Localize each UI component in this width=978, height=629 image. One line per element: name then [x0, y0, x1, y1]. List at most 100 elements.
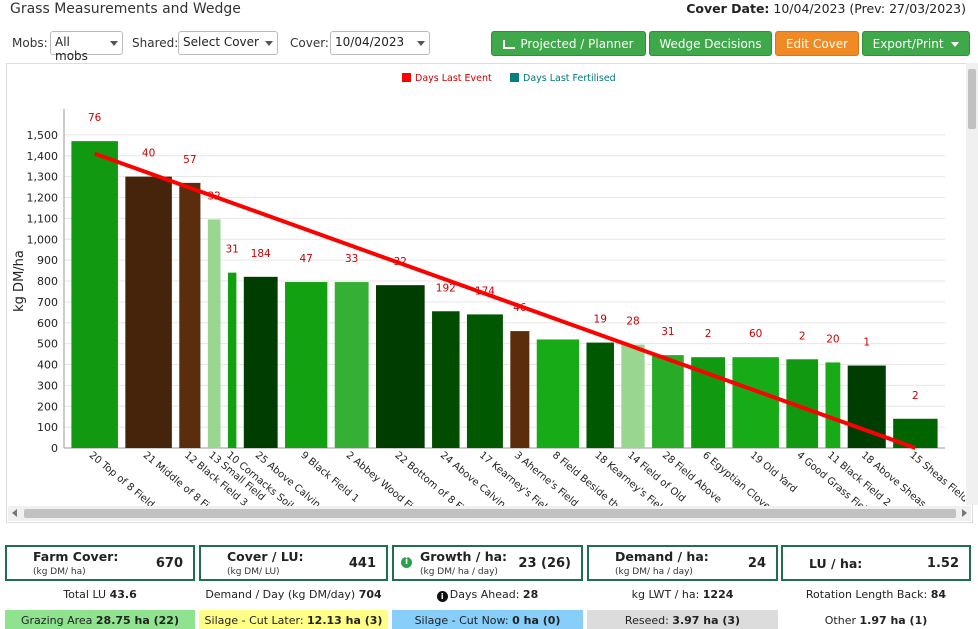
reseed: Reseed: 3.97 ha (3) [587, 610, 778, 629]
mobs-label: Mobs: [12, 36, 48, 50]
cover-lu-title: Cover / LU: [227, 549, 304, 564]
demand-day-label: Demand / Day (kg DM/day) [205, 588, 356, 601]
shared-select[interactable]: Select Cover [178, 31, 278, 55]
chart-icon [503, 40, 516, 49]
y-tick-label: 200 [37, 400, 58, 413]
export-print-button[interactable]: Export/Print [862, 31, 970, 56]
lu-ha-title: LU / ha: [809, 556, 863, 571]
x-tick-label: 19 Old Yard [748, 450, 799, 495]
data-label: 20 [826, 333, 839, 345]
silage-now-value: 0 ha (0) [512, 614, 561, 627]
bar [586, 342, 614, 448]
shared-label: Shared: [132, 36, 179, 50]
growth-title: Growth / ha: [420, 549, 508, 564]
chart-panel: 0 100 200 300 400 500 600 700 800 900 1,000 1,100 1,… [6, 63, 973, 523]
cover-date-label: Cover Date: [686, 1, 770, 16]
bar [825, 362, 841, 448]
reseed-value: 3.97 ha (3) [672, 614, 741, 627]
demand-unit: (kg DM/ ha / day) [615, 567, 693, 577]
total-lu-label: Total LU [63, 588, 107, 601]
y-tick-label: 1,200 [27, 192, 59, 205]
y-tick-label: 400 [37, 359, 58, 372]
projected-planner-button[interactable]: Projected / Planner [491, 31, 646, 56]
other-label: Other [824, 614, 856, 627]
x-tick-label: 3 Aherne's Field [512, 450, 580, 507]
data-label: 2 [912, 390, 919, 402]
data-label: 33 [345, 253, 358, 265]
demand-day-value: 704 [358, 588, 382, 601]
info-icon[interactable]: i [401, 557, 412, 568]
y-tick-label: 1,400 [27, 150, 59, 163]
demand-card: Demand / ha: (kg DM/ ha / day) 24 [587, 545, 778, 581]
caret-down-icon [951, 42, 960, 47]
mobs-select-value: All mobs [55, 35, 88, 63]
legend-label: Days Last Fertilised [523, 73, 616, 84]
bar [71, 141, 118, 448]
farm-cover-title: Farm Cover: [33, 549, 119, 564]
lu-ha-card: LU / ha: 1.52 [781, 545, 971, 581]
cover-lu-unit: (kg DM/ LU) [227, 567, 280, 577]
data-label: 31 [225, 244, 238, 256]
edit-cover-button[interactable]: Edit Cover [775, 31, 859, 56]
bar [179, 182, 201, 448]
info-icon[interactable]: i [436, 591, 448, 602]
cover-lu-card: Cover / LU: (kg DM/ LU) 441 [199, 545, 388, 581]
bar [375, 285, 425, 448]
bar [732, 357, 779, 448]
cover-select[interactable]: 10/04/2023 [330, 31, 430, 55]
cover-lu-value: 441 [348, 556, 376, 571]
horizontal-scroll-thumb[interactable] [24, 509, 956, 518]
other-value: 1.97 ha (1) [859, 614, 928, 627]
vertical-scrollbar[interactable] [966, 63, 978, 505]
data-label: 1 [863, 337, 870, 349]
y-tick-label: 1,100 [27, 212, 59, 225]
data-label: 40 [142, 148, 155, 160]
y-tick-label: 0 [51, 442, 58, 455]
rotation-length: Rotation Length Back: 84 [781, 585, 971, 605]
silage-now-label: Silage - Cut Now: [414, 614, 509, 627]
legend-swatch [402, 73, 411, 82]
data-label: 57 [183, 154, 196, 166]
toolbar: Mobs: All mobs Shared: Select Cover Cove… [0, 28, 978, 63]
chevron-down-icon [265, 41, 273, 46]
demand-title: Demand / ha: [615, 549, 709, 564]
edit-cover-label: Edit Cover [785, 37, 849, 51]
scroll-right-icon[interactable] [962, 509, 967, 517]
data-label: 47 [300, 253, 313, 265]
data-label: 60 [749, 328, 762, 340]
wedge-decisions-label: Wedge Decisions [659, 37, 762, 51]
data-label: 184 [251, 248, 271, 260]
data-label: 28 [626, 316, 639, 328]
legend-label: Days Last Event [415, 73, 492, 84]
bar [285, 282, 328, 448]
bar [125, 176, 172, 448]
y-tick-label: 1,000 [27, 233, 59, 246]
days-ahead-value: 28 [522, 588, 539, 601]
grazing-area: Grazing Area 28.75 ha (22) [5, 610, 195, 629]
cover-date: Cover Date: 10/04/2023 (Prev: 27/03/2023… [686, 1, 966, 16]
y-tick-label: 800 [37, 275, 58, 288]
y-tick-label: 100 [37, 421, 58, 434]
kg-lwt: kg LWT / ha: 1224 [587, 585, 778, 605]
grazing-value: 28.75 ha (22) [95, 614, 179, 627]
rotation-value: 84 [930, 588, 947, 601]
farm-cover-unit: (kg DM/ ha) [33, 567, 86, 577]
y-tick-label: 500 [37, 338, 58, 351]
bar [466, 314, 503, 448]
wedge-decisions-button[interactable]: Wedge Decisions [649, 31, 772, 56]
horizontal-scrollbar[interactable] [8, 506, 971, 521]
scroll-left-icon[interactable] [12, 509, 17, 517]
demand-day: Demand / Day (kg DM/day) 704 [199, 585, 388, 605]
kg-lwt-value: 1224 [702, 588, 734, 601]
data-label: 2 [799, 330, 806, 342]
vertical-scroll-thumb[interactable] [968, 69, 976, 129]
growth-unit: (kg DM/ ha / day) [420, 567, 498, 577]
data-label: 19 [594, 314, 607, 326]
reseed-label: Reseed: [624, 614, 669, 627]
silage-cut-later: Silage - Cut Later: 12.13 ha (3) [199, 610, 388, 629]
silage-later-label: Silage - Cut Later: [204, 614, 304, 627]
export-print-label: Export/Print [872, 37, 944, 51]
kg-lwt-label: kg LWT / ha: [631, 588, 700, 601]
days-ahead-label: Days Ahead: [449, 588, 520, 601]
mobs-select[interactable]: All mobs [50, 31, 123, 63]
